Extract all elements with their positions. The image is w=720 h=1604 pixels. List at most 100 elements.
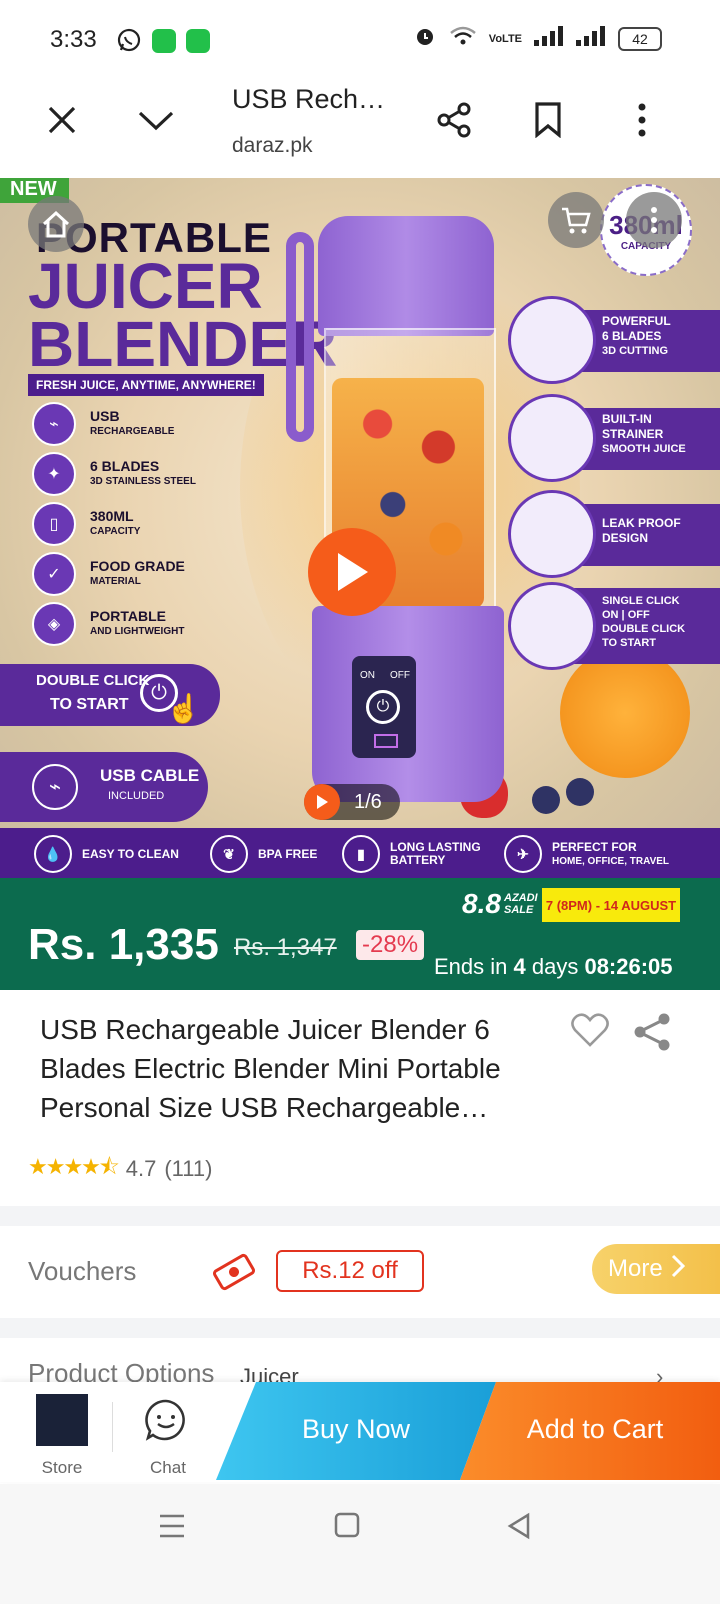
hero-title-line2: JUICER <box>28 250 263 322</box>
hero-tagline: FRESH JUICE, ANYTIME, ANYWHERE! <box>28 374 264 396</box>
expand-button[interactable] <box>132 96 180 144</box>
product-share-button[interactable] <box>632 1012 674 1054</box>
cup-icon: ▯ <box>32 502 76 546</box>
countdown-days: 4 <box>513 954 526 979</box>
feature-strip: 💧 EASY TO CLEAN ❦ BPA FREE ▮ LONG LASTIN… <box>0 828 720 880</box>
back-triangle-icon <box>507 1512 530 1540</box>
store-button[interactable]: Store <box>30 1392 94 1478</box>
current-price: Rs. 1,335 <box>28 920 219 969</box>
home-button[interactable] <box>28 196 84 252</box>
strip-sub: HOME, OFFICE, TRAVEL <box>552 855 670 867</box>
strip-label: LONG LASTING <box>390 840 481 854</box>
airplane-icon: ✈ <box>504 835 542 873</box>
bookmark-icon <box>535 102 561 138</box>
divider <box>112 1402 113 1452</box>
strip-label: PERFECT FOR <box>552 839 637 854</box>
feature-blades: ✦ 6 BLADES 3D STAINLESS STEEL <box>32 452 262 496</box>
countdown-prefix: Ends in <box>434 954 514 979</box>
charging-port <box>374 734 398 748</box>
right-feature-blades: POWERFUL 6 BLADES 3D CUTTING <box>508 296 720 386</box>
panel-on-label: ON <box>360 670 375 681</box>
more-vertical-icon <box>638 103 646 137</box>
usb-cable-icon: ⌁ <box>32 764 78 810</box>
feature-sub: CAPACITY <box>90 526 141 537</box>
battery-indicator: 42 <box>618 27 662 51</box>
voucher-chip[interactable]: Rs.12 off <box>276 1250 424 1292</box>
vouchers-more-button[interactable]: More <box>592 1244 720 1294</box>
gallery-more-button[interactable] <box>626 192 682 248</box>
share-icon <box>437 102 471 138</box>
sale-sub: AZADI SALE <box>504 892 538 916</box>
lid-image <box>508 490 596 578</box>
usb-icon: ⌁ <box>32 402 76 446</box>
feature-text: SINGLE CLICK ON | OFF DOUBLE CLICK TO ST… <box>602 594 702 650</box>
menu-lines-icon <box>160 1514 184 1538</box>
product-image-gallery[interactable]: NEW PORTABLE JUICER BLENDER FRESH JUICE,… <box>0 178 720 898</box>
play-video-button[interactable] <box>308 528 396 616</box>
cart-button[interactable] <box>548 192 604 248</box>
bottom-action-bar: Store Chat Buy Now Add to Cart <box>0 1382 720 1482</box>
gallery-counter-text: 1/6 <box>354 791 382 813</box>
bookmark-button[interactable] <box>524 96 572 144</box>
feature-sub: RECHARGEABLE <box>90 426 175 437</box>
strip-label: EASY TO CLEAN <box>82 847 179 861</box>
strip-item-bpa-free: ❦ BPA FREE <box>210 835 317 873</box>
feature-title: 380ML <box>90 508 134 524</box>
square-icon <box>334 1512 360 1538</box>
feature-sub: 3D STAINLESS STEEL <box>90 476 196 487</box>
product-rating[interactable]: ★★★★⯪ 4.7 (111) <box>28 1150 212 1188</box>
bottle-icon: ◈ <box>32 602 76 646</box>
right-feature-single-click: SINGLE CLICK ON | OFF DOUBLE CLICK TO ST… <box>508 582 720 672</box>
feature-line: DOUBLE CLICK TO START <box>602 623 686 649</box>
feature-text: LEAK PROOF DESIGN <box>602 516 681 546</box>
store-logo <box>36 1394 88 1446</box>
wishlist-button[interactable] <box>570 1012 610 1052</box>
sale-dates: 7 (8PM) - 14 AUGUST <box>542 888 680 922</box>
blueberry-decoration <box>532 786 560 814</box>
wifi-icon <box>449 25 477 53</box>
sale-sub-line1: AZADI <box>504 892 538 904</box>
feature-text: BUILT-IN STRAINER SMOOTH JUICE <box>602 412 686 457</box>
blueberry-decoration <box>566 778 594 806</box>
leaf-icon: ❦ <box>210 835 248 873</box>
home-nav-button[interactable] <box>334 1512 360 1543</box>
feature-sub: MATERIAL <box>90 576 141 587</box>
close-button[interactable] <box>38 96 86 144</box>
heart-icon <box>571 1013 609 1047</box>
small-play-icon[interactable] <box>304 784 340 820</box>
add-to-cart-label: Add to Cart <box>526 1414 664 1444</box>
feature-line: DESIGN <box>602 531 649 545</box>
right-feature-strainer: BUILT-IN STRAINER SMOOTH JUICE <box>508 394 720 484</box>
voucher-ticket-icon <box>210 1248 258 1296</box>
share-button[interactable] <box>430 96 478 144</box>
buy-now-button[interactable]: Buy Now <box>216 1382 496 1480</box>
feature-line: POWERFUL <box>602 314 671 328</box>
buy-now-label: Buy Now <box>301 1414 411 1444</box>
chat-label: Chat <box>150 1458 186 1477</box>
signal-icon <box>534 26 564 52</box>
whatsapp-icon <box>116 27 142 53</box>
chat-button[interactable]: Chat <box>138 1392 198 1478</box>
feature-line: ON | OFF <box>602 609 650 621</box>
feature-line: 6 BLADES <box>602 329 662 343</box>
feature-line: SINGLE CLICK <box>602 595 680 607</box>
add-to-cart-button[interactable]: Add to Cart <box>460 1382 720 1480</box>
usb-cable-sub: INCLUDED <box>108 790 165 802</box>
page-title: USB Rech… <box>232 84 386 114</box>
feature-line: LEAK PROOF <box>602 516 681 530</box>
app-notification-icon <box>186 29 210 53</box>
alarm-icon <box>413 24 437 54</box>
signal-icon <box>576 26 606 52</box>
blender-control-panel: ON OFF ⏻ <box>352 656 416 758</box>
recent-apps-button[interactable] <box>158 1512 186 1545</box>
page-domain: daraz.pk <box>232 134 313 157</box>
vouchers-row[interactable]: Vouchers Rs.12 off More <box>0 1226 720 1318</box>
chevron-down-icon <box>138 111 174 131</box>
usb-cable-title: USB CABLE <box>100 766 200 785</box>
usb-cable-banner: ⌁ USB CABLE INCLUDED <box>0 752 208 822</box>
more-options-button[interactable] <box>618 96 666 144</box>
power-icon: ⏻ <box>366 690 400 724</box>
feature-title: 6 BLADES <box>90 458 160 474</box>
back-nav-button[interactable] <box>506 1512 532 1545</box>
sale-logo: 8.8 <box>462 888 501 919</box>
